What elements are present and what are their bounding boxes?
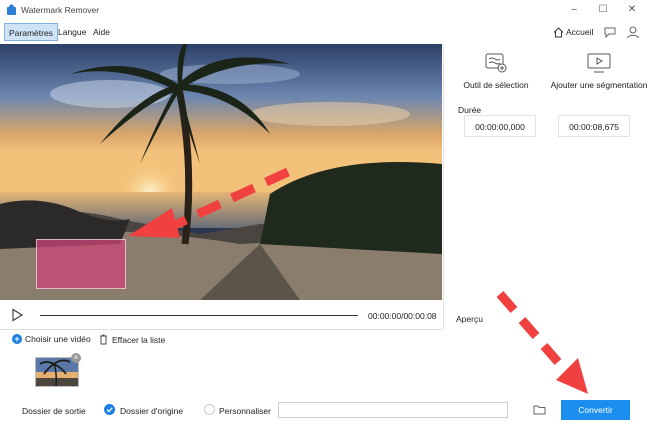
watermark-selection-box[interactable] [36,239,126,289]
add-segment-icon [587,53,611,73]
home-label: Accueil [566,27,594,37]
remove-video-icon[interactable]: × [71,353,81,363]
app-logo-icon [7,4,16,15]
menu-item-aide[interactable]: Aide [89,23,114,41]
folder-icon[interactable] [533,403,546,416]
clear-list-button[interactable]: Effacer la liste [99,334,165,345]
convert-button[interactable]: Convertir [561,400,630,420]
check-icon [106,407,113,413]
add-segment-button[interactable]: Ajouter une ségmentation [546,52,650,110]
minimize-button[interactable]: – [567,3,581,17]
end-time-field[interactable]: 00:00:08,675 [558,115,630,137]
home-button[interactable]: Accueil [553,25,593,39]
video-preview[interactable] [0,44,442,300]
menu-item-langue[interactable]: Langue [54,23,90,41]
clear-list-label: Effacer la liste [112,334,166,345]
arrow-head-right [556,358,588,394]
app-title: Watermark Remover [21,5,100,15]
maximize-button[interactable]: ☐ [596,3,610,17]
time-readout: 00:00:00/00:00:08 [368,311,437,321]
start-time-field[interactable]: 00:00:00,000 [464,115,536,137]
custom-folder-label: Personnaliser [219,406,271,416]
output-folder-label: Dossier de sortie [22,406,86,416]
original-folder-label: Dossier d'origine [120,406,184,416]
menu-bar: Paramètres Langue Aide Accueil [0,20,650,44]
selection-tool-button[interactable]: Outil de sélection [452,52,540,110]
title-bar: Watermark Remover – ☐ ✕ [0,0,650,20]
selection-tool-label: Outil de sélection [463,80,529,90]
plus-icon: + [12,334,22,344]
close-button[interactable]: ✕ [625,3,639,17]
home-icon [553,26,564,37]
tools-panel: Outil de sélection Ajouter une ségmentat… [443,44,650,330]
original-folder-radio[interactable] [104,404,115,415]
chat-icon[interactable] [603,25,617,39]
menu-item-parametres[interactable]: Paramètres [4,23,58,41]
preview-label[interactable]: Aperçu [456,314,483,324]
trash-icon [100,334,107,345]
seek-bar[interactable] [40,315,358,316]
choose-video-button[interactable]: + Choisir une vidéo [12,334,91,344]
choose-video-label: Choisir une vidéo [25,334,91,344]
add-segment-label: Ajouter une ségmentation [550,80,648,90]
play-icon[interactable] [10,308,24,322]
duration-label: Durée [458,105,482,115]
user-icon[interactable] [626,25,640,39]
selection-tool-icon [485,53,507,73]
custom-folder-radio[interactable] [204,404,215,415]
player-controls: 00:00:00/00:00:08 [0,300,442,330]
output-path-input[interactable] [278,402,508,418]
